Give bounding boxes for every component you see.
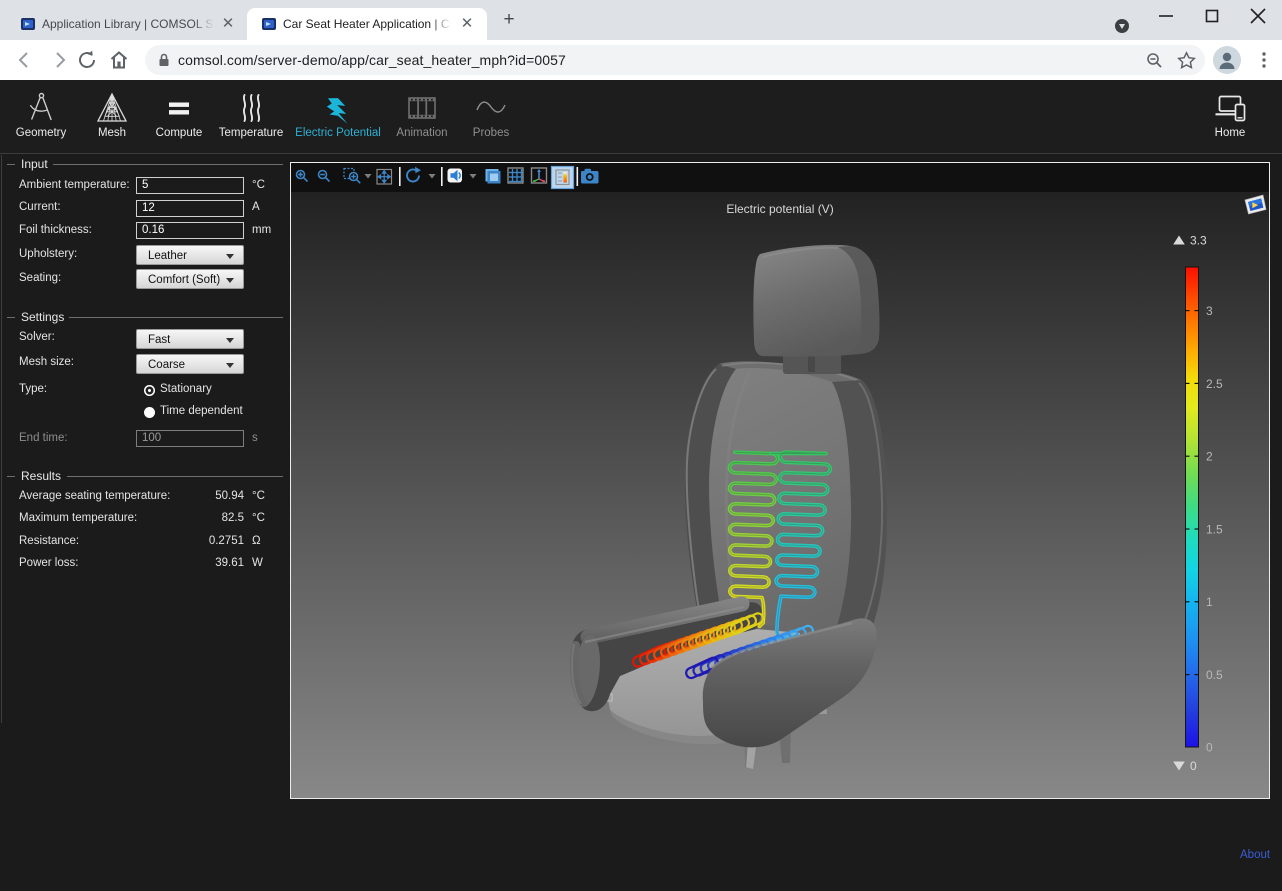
svg-text:1.5: 1.5 — [1206, 523, 1223, 537]
svg-text:0.5: 0.5 — [1206, 668, 1223, 682]
svg-text:2: 2 — [1206, 450, 1213, 464]
svg-text:3.3: 3.3 — [1190, 234, 1207, 248]
svg-text:0: 0 — [1190, 759, 1197, 773]
svg-text:1: 1 — [1206, 595, 1213, 609]
svg-text:3: 3 — [1206, 304, 1213, 318]
svg-text:2.5: 2.5 — [1206, 377, 1223, 391]
svg-text:Electric potential (V): Electric potential (V) — [726, 202, 833, 216]
svg-text:0: 0 — [1206, 741, 1213, 755]
